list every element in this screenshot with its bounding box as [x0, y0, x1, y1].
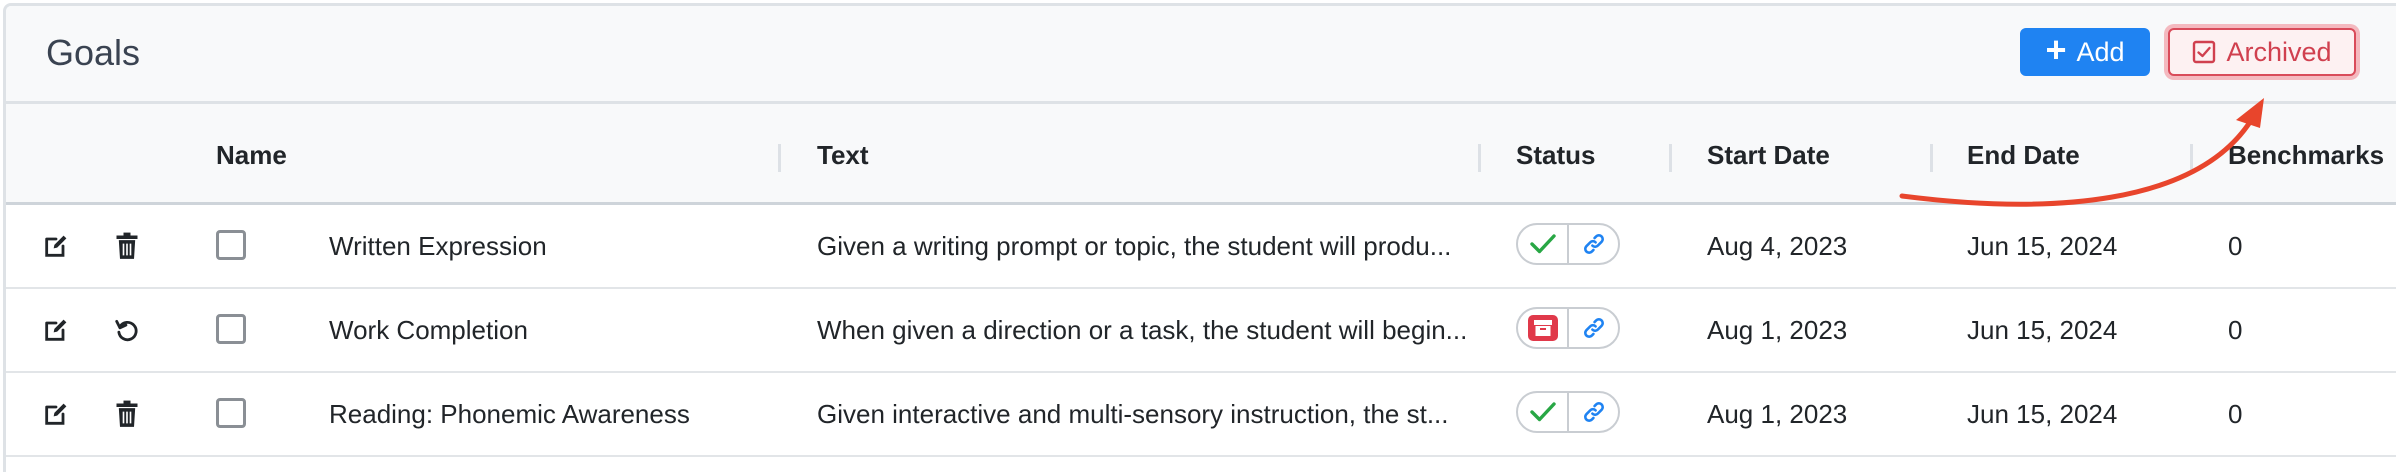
benchmark-count: 0	[2228, 230, 2243, 261]
archived-button-label: Archived	[2226, 36, 2332, 67]
status-button-group	[1516, 223, 1620, 265]
checkmark-icon	[1529, 402, 1556, 422]
row-select-checkbox[interactable]	[216, 398, 246, 428]
status-archived-toggle[interactable]	[1518, 309, 1567, 347]
goal-text: Given a writing prompt or topic, the stu…	[817, 230, 1452, 261]
edit-icon[interactable]	[41, 315, 71, 345]
end-date: Jun 15, 2024	[1967, 398, 2118, 429]
goal-name: Written Expression	[329, 230, 547, 261]
table-row: Written Expression Given a writing promp…	[6, 205, 2396, 289]
goal-text: When given a direction or a task, the st…	[817, 314, 1468, 345]
status-button-group	[1516, 391, 1620, 433]
column-header-start-date[interactable]: Start Date	[1707, 140, 1830, 171]
edit-icon[interactable]	[41, 399, 71, 429]
panel-header: Goals + Add Archived	[6, 6, 2396, 104]
goal-name: Work Completion	[329, 314, 528, 345]
archived-toggle-button[interactable]: Archived	[2168, 28, 2356, 76]
column-divider[interactable]	[778, 144, 781, 172]
column-divider[interactable]	[1930, 144, 1933, 172]
plus-icon: +	[2045, 29, 2067, 70]
table-row: Work Completion When given a direction o…	[6, 289, 2396, 373]
start-date: Aug 1, 2023	[1707, 398, 1848, 429]
column-divider[interactable]	[1478, 144, 1481, 172]
column-header-status[interactable]: Status	[1516, 140, 1595, 171]
row-select-checkbox[interactable]	[216, 230, 246, 260]
add-button-label: Add	[2076, 36, 2125, 67]
start-date: Aug 1, 2023	[1707, 314, 1848, 345]
column-divider[interactable]	[1669, 144, 1672, 172]
end-date: Jun 15, 2024	[1967, 230, 2118, 261]
restore-icon[interactable]	[112, 315, 142, 345]
status-complete-toggle[interactable]	[1518, 225, 1567, 263]
end-date: Jun 15, 2024	[1967, 314, 2118, 345]
edit-icon[interactable]	[41, 231, 71, 261]
goal-name: Reading: Phonemic Awareness	[329, 398, 690, 429]
trash-icon[interactable]	[112, 399, 142, 429]
link-toggle[interactable]	[1567, 393, 1618, 431]
table-header: Name Text Status Start Date End Date Ben…	[6, 104, 2396, 205]
archive-box-icon	[1527, 315, 1558, 341]
benchmark-count: 0	[2228, 314, 2243, 345]
column-header-text[interactable]: Text	[817, 140, 869, 171]
status-button-group	[1516, 307, 1620, 349]
link-icon	[1583, 402, 1604, 422]
checkbox-checked-icon	[2193, 40, 2216, 64]
checkmark-icon	[1529, 234, 1556, 254]
link-toggle[interactable]	[1567, 309, 1618, 347]
row-select-checkbox[interactable]	[216, 314, 246, 344]
trash-icon[interactable]	[112, 231, 142, 261]
goals-panel: Goals + Add Archived Name Text Status St…	[3, 3, 2396, 472]
column-header-benchmarks[interactable]: Benchmarks	[2228, 140, 2384, 171]
link-icon	[1583, 234, 1604, 254]
status-complete-toggle[interactable]	[1518, 393, 1567, 431]
column-header-end-date[interactable]: End Date	[1967, 140, 2080, 171]
column-divider[interactable]	[2190, 144, 2193, 172]
link-toggle[interactable]	[1567, 225, 1618, 263]
page-title: Goals	[46, 32, 141, 73]
table-row: Reading: Phonemic Awareness Given intera…	[6, 373, 2396, 457]
benchmark-count: 0	[2228, 398, 2243, 429]
start-date: Aug 4, 2023	[1707, 230, 1848, 261]
goal-text: Given interactive and multi-sensory inst…	[817, 398, 1449, 429]
link-icon	[1583, 318, 1604, 338]
add-button[interactable]: + Add	[2020, 28, 2150, 76]
column-header-name[interactable]: Name	[216, 140, 287, 171]
